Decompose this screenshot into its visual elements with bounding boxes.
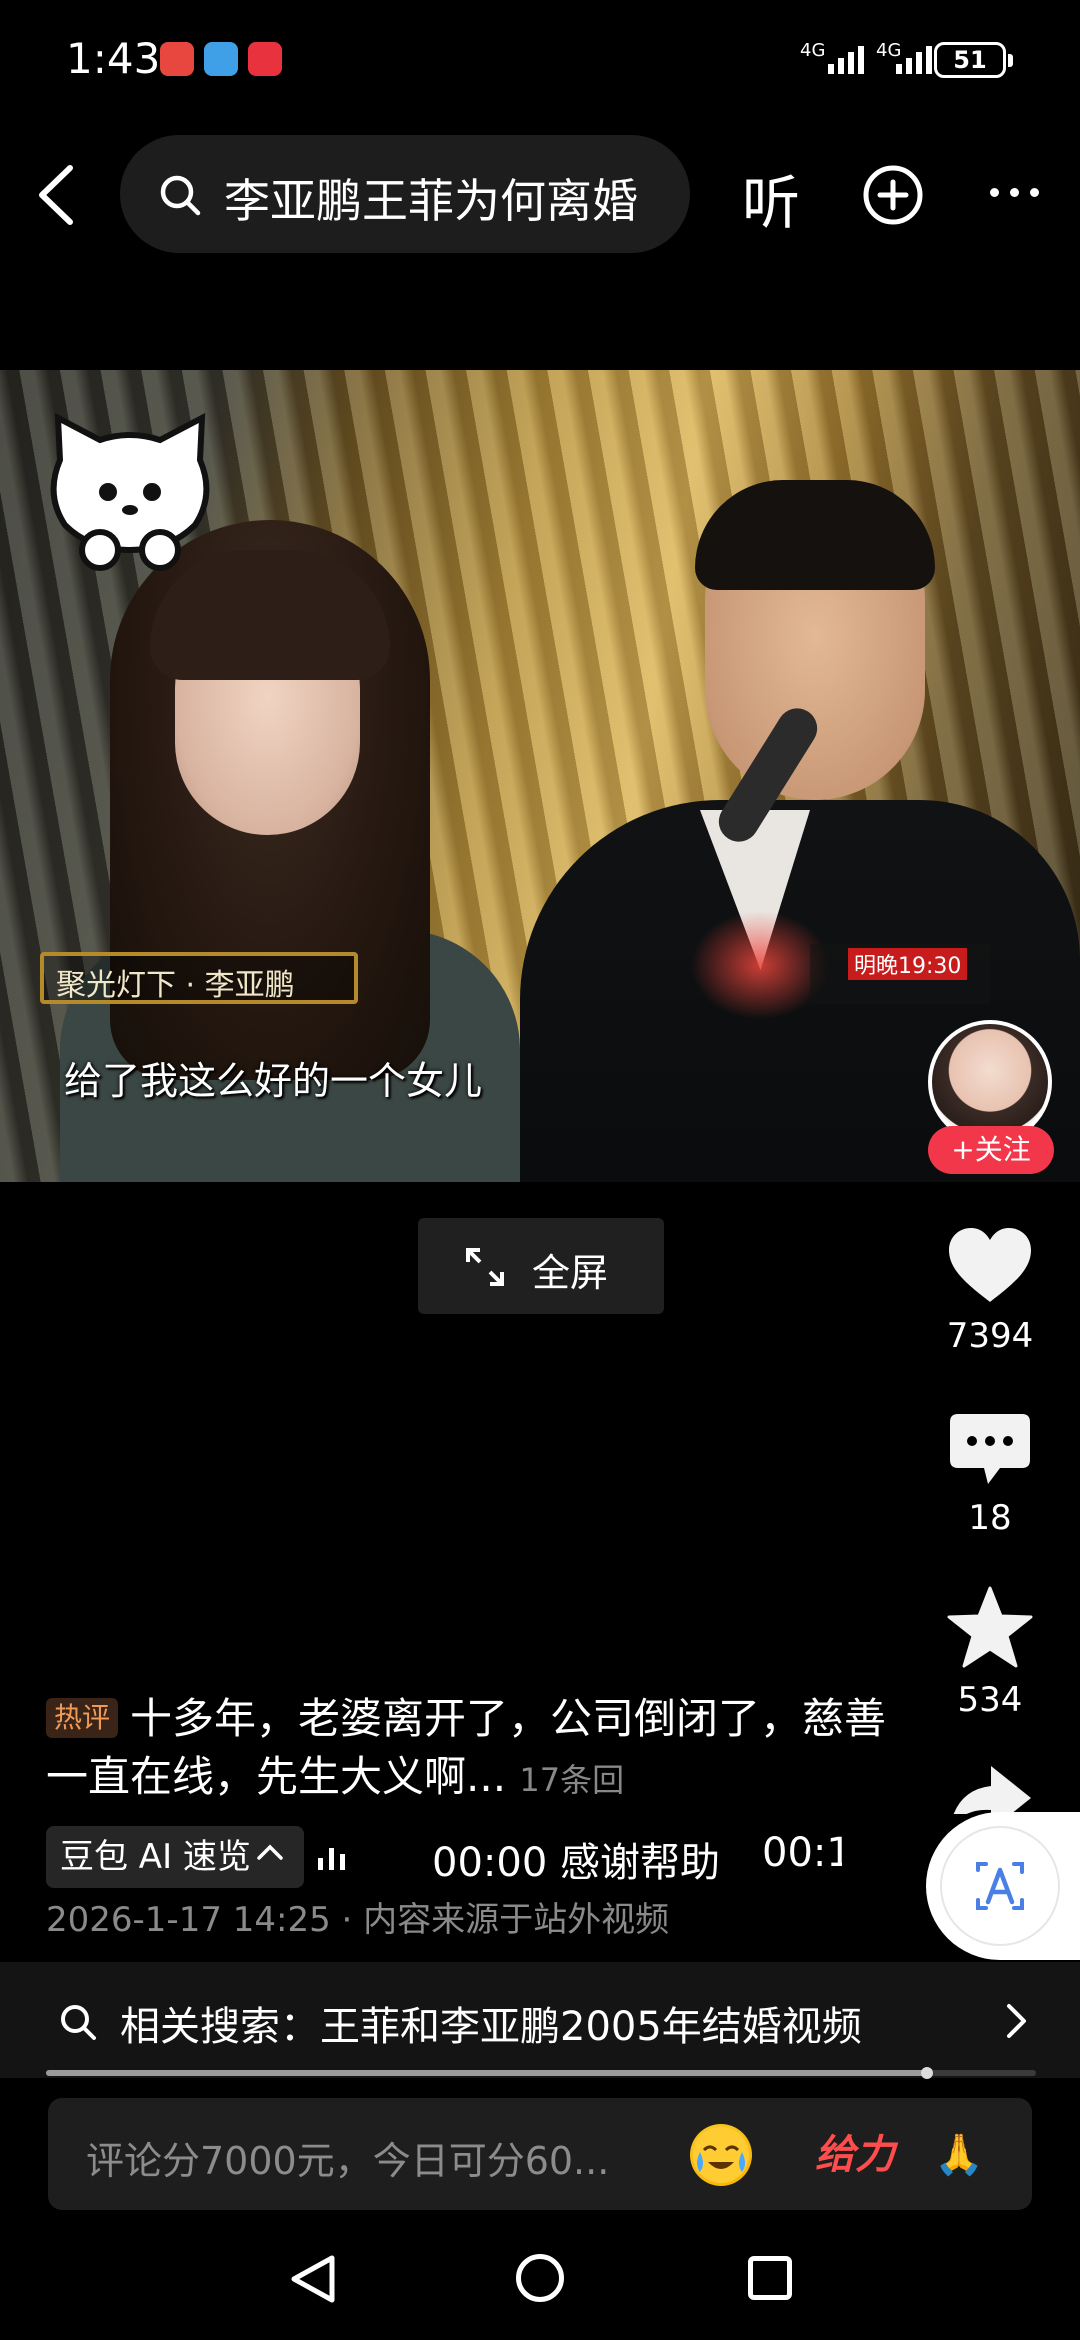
nav-recents-icon[interactable] <box>748 2256 792 2300</box>
like-button[interactable]: 7394 <box>930 1226 1050 1356</box>
related-search-text: 相关搜索：王菲和李亚鹏2005年结婚视频 <box>120 2004 862 2050</box>
search-bar[interactable]: 李亚鹏王菲为何离婚 <box>120 135 690 253</box>
app-notification-icon <box>160 42 194 76</box>
star-icon <box>947 1586 1033 1668</box>
chevron-left-icon <box>39 165 73 225</box>
audio-wave-icon <box>318 1846 354 1870</box>
blurred-logo <box>690 910 830 1020</box>
nav-home-icon[interactable] <box>516 2254 564 2302</box>
video-player[interactable]: 聚光灯下 · 李亚鹏 明晚19:30 给了我这么好的一个女儿 <box>0 370 1080 1182</box>
more-options-icon[interactable] <box>990 188 1040 202</box>
search-icon <box>61 2005 96 2040</box>
search-icon <box>160 175 201 216</box>
tv-program-tag: 聚光灯下 · 李亚鹏 <box>56 968 295 1003</box>
signal-icon <box>828 44 864 74</box>
expand-icon <box>466 1248 504 1286</box>
crying-laugh-emoji-icon[interactable] <box>690 2124 752 2186</box>
heart-icon <box>949 1228 1031 1302</box>
ai-assistant-button[interactable] <box>926 1812 1080 1960</box>
add-circle-icon[interactable] <box>862 164 924 226</box>
ai-preview-line: 00:00 感谢帮助 <box>432 1840 720 1886</box>
ai-assistant-ring <box>940 1826 1060 1946</box>
like-count: 7394 <box>946 1316 1034 1356</box>
signal-icon-2 <box>896 44 932 74</box>
comment-button[interactable]: 18 <box>930 1412 1050 1538</box>
hot-comment[interactable]: 热评 十多年，老婆离开了，公司倒闭了，慈善一直在线，先生大义啊... 17条回 <box>46 1690 906 1809</box>
favorite-button[interactable]: 534 <box>930 1586 1050 1720</box>
network-type-label: 4G <box>800 40 826 61</box>
hot-comment-text: 十多年，老婆离开了，公司倒闭了，慈善一直在线，先生大义啊... <box>46 1694 887 1801</box>
search-query-text: 李亚鹏王菲为何离婚 <box>224 174 638 228</box>
pray-emoji[interactable]: 🙏 <box>928 2124 990 2186</box>
comment-input-placeholder: 评论分7000元，今日可分60... <box>86 2139 610 2183</box>
video-progress-fill <box>46 2070 928 2076</box>
chevron-up-icon <box>257 1844 283 1860</box>
video-progress-knob[interactable] <box>921 2067 934 2079</box>
status-time: 1:43 <box>66 34 161 83</box>
hot-comment-badge: 热评 <box>46 1698 119 1738</box>
back-button[interactable] <box>28 160 88 230</box>
ai-preview-label: 豆包 AI 速览 <box>60 1837 251 1877</box>
ai-translate-icon <box>976 1862 1024 1910</box>
share-button[interactable] <box>930 1764 1050 1814</box>
comment-bubble-icon <box>950 1414 1030 1484</box>
comment-count: 18 <box>968 1498 1012 1538</box>
system-nav-bar <box>0 2230 1080 2340</box>
tv-promo-time: 明晚19:30 <box>848 948 968 980</box>
nav-back-icon[interactable] <box>288 2254 338 2304</box>
video-progress-bar[interactable] <box>46 2067 1036 2079</box>
share-icon <box>953 1766 1031 1814</box>
awesome-sticker[interactable]: 给力 <box>810 2124 900 2186</box>
cat-sticker-icon <box>50 412 210 571</box>
hot-comment-reply-count: 17条回 <box>519 1761 625 1799</box>
video-app-notification-icon <box>248 42 282 76</box>
favorite-count: 534 <box>957 1680 1023 1720</box>
ai-preview-toggle[interactable]: 豆包 AI 速览 <box>46 1826 304 1888</box>
video-subtitle: 给了我这么好的一个女儿 <box>64 1059 483 1103</box>
comment-input[interactable]: 评论分7000元，今日可分60... 给力 🙏 <box>48 2098 1032 2210</box>
man-hair <box>695 480 935 590</box>
chevron-right-icon <box>1007 2004 1026 2038</box>
fullscreen-button[interactable]: 全屏 <box>418 1218 664 1314</box>
related-search-bar[interactable]: 相关搜索：王菲和李亚鹏2005年结婚视频 <box>0 1962 1080 2078</box>
browser-notification-icon <box>204 42 238 76</box>
fullscreen-label: 全屏 <box>532 1251 609 1295</box>
listen-button[interactable]: 听 <box>742 156 800 240</box>
status-bar: 1:43 4G 4G 51 <box>0 0 1080 120</box>
battery-icon: 51 <box>934 42 1013 78</box>
ai-preview-line-next: 00:1 <box>762 1830 842 1876</box>
post-meta: 2026-1-17 14:25 · 内容来源于站外视频 <box>46 1900 670 1940</box>
follow-button[interactable]: +关注 <box>928 1126 1054 1174</box>
